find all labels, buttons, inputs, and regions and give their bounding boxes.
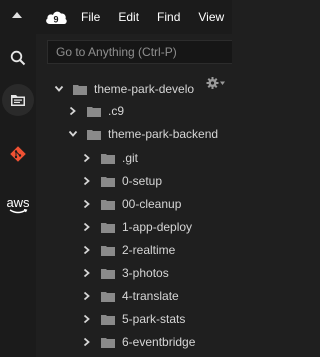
tree-item-3-photos[interactable]: 3-photos bbox=[82, 262, 169, 284]
chevron-down-icon[interactable] bbox=[68, 129, 78, 139]
goto-anything-box bbox=[47, 40, 232, 64]
aws-button[interactable]: aws bbox=[0, 188, 36, 224]
aws-icon: aws bbox=[6, 195, 30, 210]
source-control-icon bbox=[10, 146, 26, 162]
tree-item-label: .git bbox=[122, 151, 139, 165]
tree-item-label: 0-setup bbox=[122, 174, 163, 188]
folder-icon bbox=[101, 153, 115, 164]
tree-item-label: 00-cleanup bbox=[122, 197, 182, 211]
chevron-right-icon[interactable] bbox=[82, 245, 92, 255]
folder-icon bbox=[101, 337, 115, 348]
chevron-right-icon[interactable] bbox=[82, 199, 92, 209]
chevron-right-icon[interactable] bbox=[82, 176, 92, 186]
tree-item-label: .c9 bbox=[108, 104, 125, 118]
tree-item-5-park-stats[interactable]: 5-park-stats bbox=[82, 308, 185, 330]
aws-smile-icon bbox=[9, 209, 28, 214]
chevron-right-icon[interactable] bbox=[82, 268, 92, 278]
menu-find[interactable]: Find bbox=[157, 10, 180, 24]
collapse-menu-icon[interactable] bbox=[11, 10, 23, 20]
chevron-right-icon[interactable] bbox=[82, 153, 92, 163]
search-button[interactable] bbox=[0, 40, 36, 76]
cloud9-logo-icon[interactable]: 9 bbox=[44, 7, 68, 27]
folder-icon bbox=[101, 268, 115, 279]
tree-root[interactable]: theme-park-develo bbox=[54, 78, 194, 100]
menu-file[interactable]: File bbox=[81, 10, 100, 24]
folder-icon bbox=[101, 245, 115, 256]
folder-icon bbox=[101, 291, 115, 302]
file-tree: theme-park-develo .c9 theme-park-backend… bbox=[36, 76, 232, 357]
menu-edit[interactable]: Edit bbox=[118, 10, 139, 24]
tree-item-label: 5-park-stats bbox=[122, 312, 186, 326]
chevron-right-icon[interactable] bbox=[82, 291, 92, 301]
chevron-right-icon[interactable] bbox=[82, 222, 92, 232]
folder-icon bbox=[87, 129, 101, 140]
folder-icon bbox=[101, 176, 115, 187]
chevron-right-icon[interactable] bbox=[82, 314, 92, 324]
tree-item-label: 2-realtime bbox=[122, 243, 176, 257]
folder-icon bbox=[101, 314, 115, 325]
search-icon bbox=[10, 50, 26, 66]
folder-icon bbox=[87, 106, 101, 117]
environment-icon bbox=[11, 95, 25, 106]
tree-item-00-cleanup[interactable]: 00-cleanup bbox=[82, 193, 181, 215]
environment-button[interactable] bbox=[2, 84, 34, 116]
folder-icon bbox=[73, 84, 87, 95]
tree-item-2-realtime[interactable]: 2-realtime bbox=[82, 239, 175, 261]
svg-text:9: 9 bbox=[53, 15, 58, 25]
menu-bar: 9 File Edit Find View bbox=[0, 0, 232, 34]
source-control-button[interactable] bbox=[0, 136, 36, 172]
activity-sidebar: aws bbox=[0, 34, 36, 357]
tree-item-label: theme-park-develo bbox=[94, 82, 195, 96]
chevron-right-icon[interactable] bbox=[68, 106, 78, 116]
tree-item-6-eventbridge[interactable]: 6-eventbridge bbox=[82, 331, 195, 353]
chevron-down-icon[interactable] bbox=[54, 84, 64, 94]
tree-item-theme-park-backend[interactable]: theme-park-backend bbox=[68, 123, 218, 145]
folder-icon bbox=[101, 199, 115, 210]
tree-item-c9[interactable]: .c9 bbox=[68, 100, 124, 122]
tree-item-0-setup[interactable]: 0-setup bbox=[82, 170, 162, 192]
menu-view[interactable]: View bbox=[198, 10, 224, 24]
chevron-right-icon[interactable] bbox=[82, 337, 92, 347]
tree-item-label: 1-app-deploy bbox=[122, 220, 193, 234]
folder-icon bbox=[101, 222, 115, 233]
goto-anything-input[interactable] bbox=[48, 41, 228, 63]
tree-item-4-translate[interactable]: 4-translate bbox=[82, 285, 179, 307]
tree-item-1-app-deploy[interactable]: 1-app-deploy bbox=[82, 216, 192, 238]
tree-item-git[interactable]: .git bbox=[82, 147, 138, 169]
tree-item-label: 4-translate bbox=[122, 289, 179, 303]
tree-item-label: theme-park-backend bbox=[108, 127, 219, 141]
tree-item-label: 3-photos bbox=[122, 266, 169, 280]
tree-item-label: 6-eventbridge bbox=[122, 335, 196, 349]
